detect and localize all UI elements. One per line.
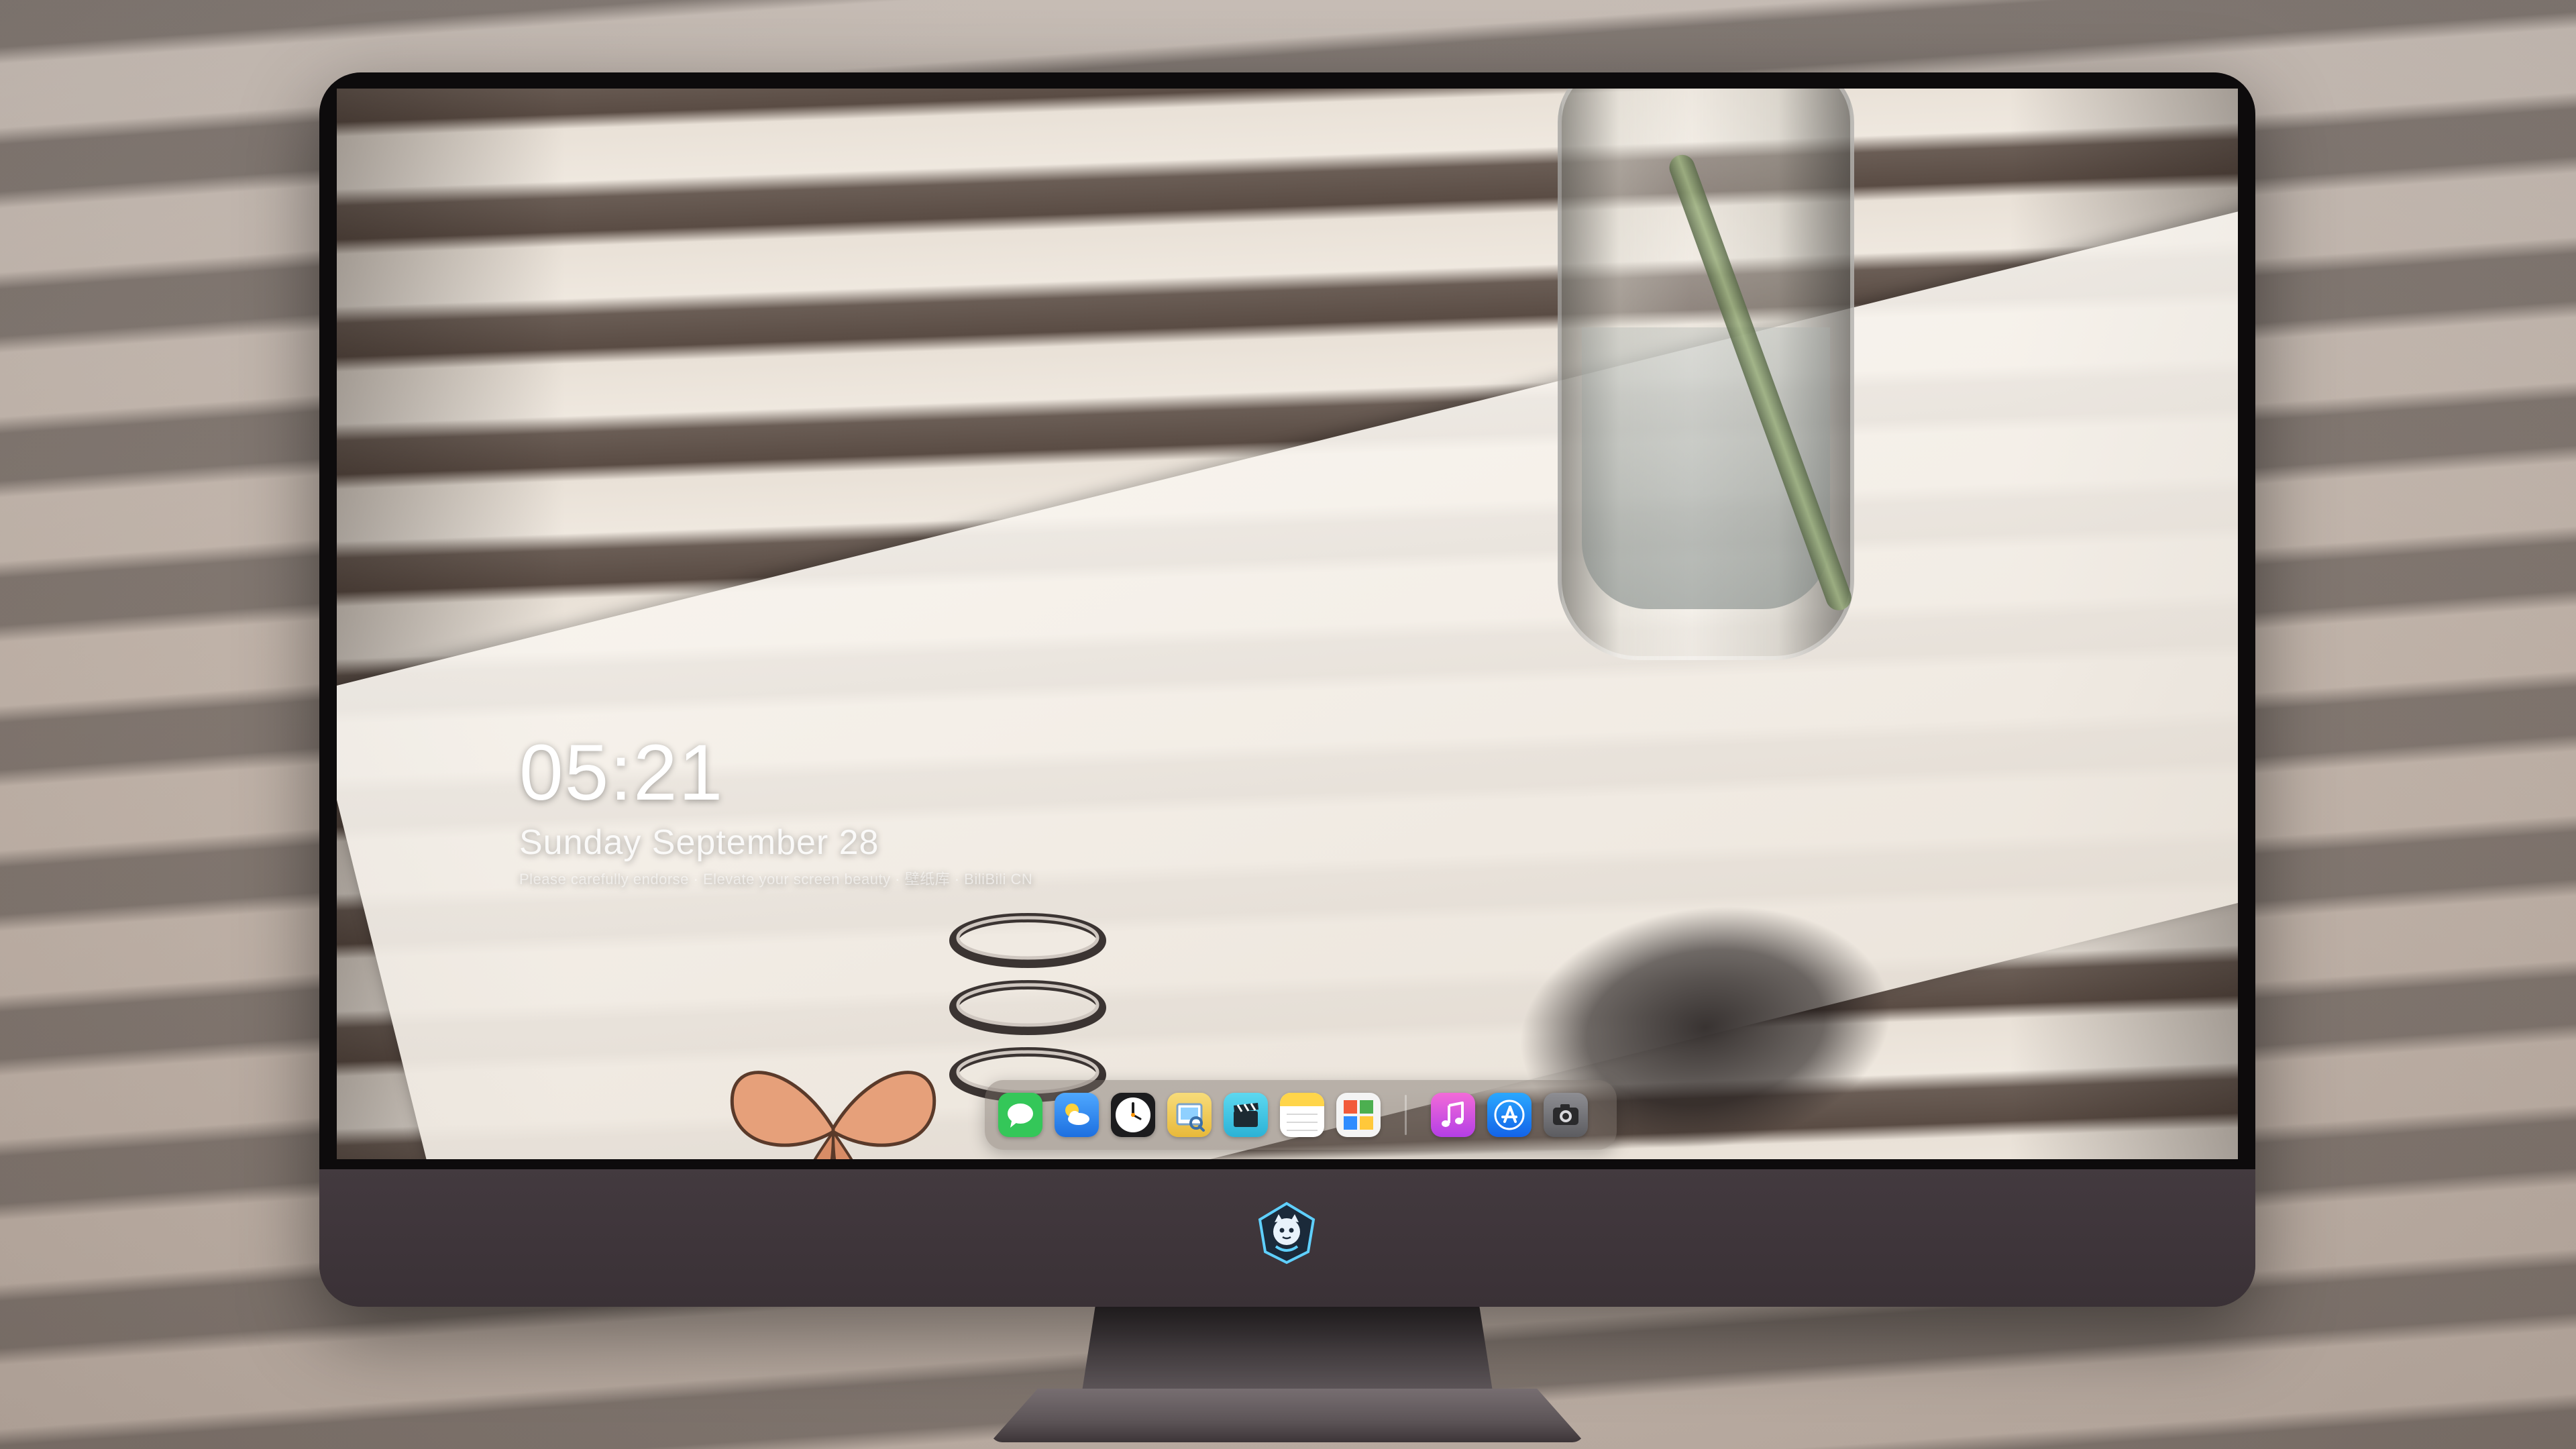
dock-app-itunes[interactable] xyxy=(1431,1093,1475,1137)
music-note-icon xyxy=(1442,1102,1464,1127)
camera-icon xyxy=(1553,1104,1578,1125)
clock-time: 05:21 xyxy=(519,729,724,817)
monitor-stand-base xyxy=(990,1389,1585,1442)
wallpaper-butterfly xyxy=(730,1071,936,1159)
messages-icon xyxy=(1008,1104,1033,1128)
wallpaper-glass-jar xyxy=(1558,89,1854,660)
lock-screen-clock: 05:21 Sunday September 28 Please careful… xyxy=(519,733,1032,888)
photos-icon xyxy=(1344,1100,1373,1130)
app-store-icon xyxy=(1494,1099,1525,1130)
clock-icon xyxy=(1116,1097,1150,1132)
dock-app-notes[interactable] xyxy=(1280,1093,1324,1137)
notes-icon xyxy=(1280,1093,1324,1131)
dock xyxy=(985,1080,1617,1150)
dock-app-camera[interactable] xyxy=(1544,1093,1588,1137)
dock-divider xyxy=(1405,1095,1407,1135)
dock-app-messages[interactable] xyxy=(998,1093,1042,1137)
dock-app-weather[interactable] xyxy=(1055,1093,1099,1137)
lock-screen[interactable]: 05:21 Sunday September 28 Please careful… xyxy=(337,89,2238,1159)
dock-app-clock[interactable] xyxy=(1111,1093,1155,1137)
dock-app-photos[interactable] xyxy=(1336,1093,1381,1137)
clapperboard-icon xyxy=(1234,1103,1258,1127)
clock-date: Sunday September 28 xyxy=(519,823,879,862)
preview-icon xyxy=(1176,1103,1205,1132)
desktop-background: 05:21 Sunday September 28 Please careful… xyxy=(0,0,2576,1449)
mascot-logo-icon xyxy=(1258,1201,1316,1265)
monitor: 05:21 Sunday September 28 Please careful… xyxy=(319,72,2255,1307)
dock-app-app-store[interactable] xyxy=(1487,1093,1532,1137)
dock-app-clips[interactable] xyxy=(1224,1093,1268,1137)
dock-app-preview[interactable] xyxy=(1167,1093,1212,1137)
clock-tagline: Please carefully endorse · Elevate your … xyxy=(519,871,1033,888)
weather-icon xyxy=(1065,1104,1089,1125)
